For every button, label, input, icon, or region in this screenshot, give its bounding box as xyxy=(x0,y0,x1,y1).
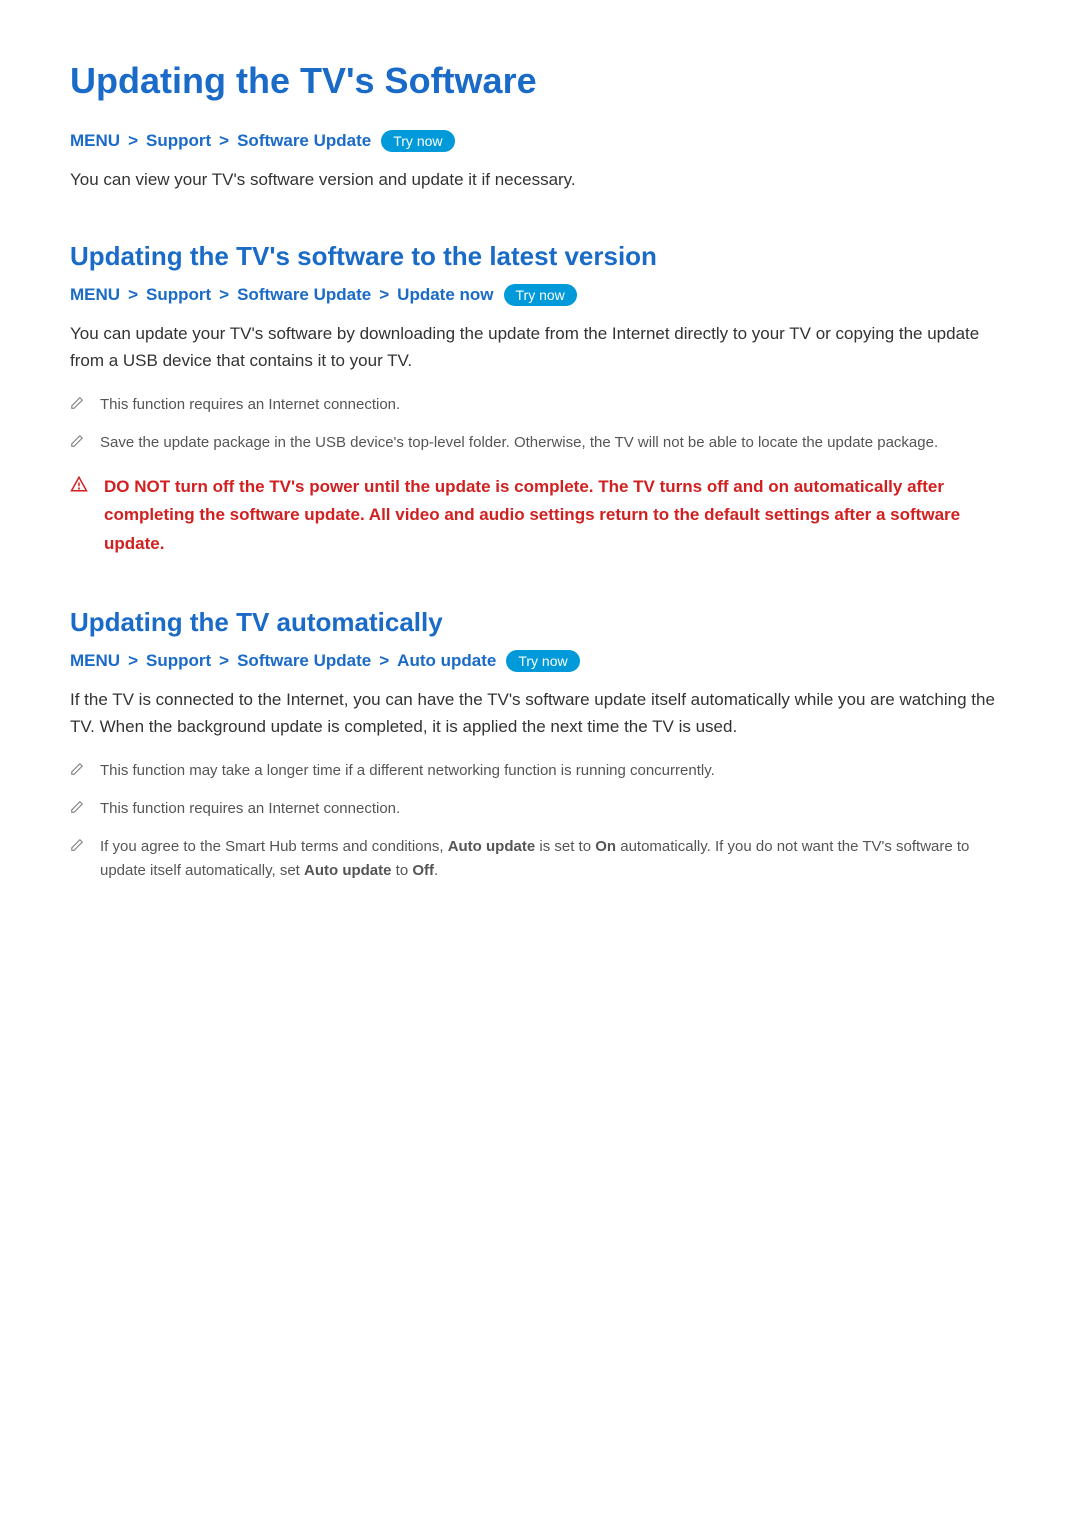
note-text-part: is set to xyxy=(535,838,595,855)
warning-text: DO NOT turn off the TV's power until the… xyxy=(104,473,1010,560)
try-now-button[interactable]: Try now xyxy=(381,130,454,152)
chevron-right-icon: > xyxy=(128,131,138,151)
chevron-right-icon: > xyxy=(128,651,138,671)
section-heading: Updating the TV automatically xyxy=(70,607,1010,638)
pencil-icon xyxy=(70,396,84,410)
note-text: This function requires an Internet conne… xyxy=(100,393,1010,417)
note-text-part: to xyxy=(392,862,413,879)
chevron-right-icon: > xyxy=(219,651,229,671)
chevron-right-icon: > xyxy=(219,131,229,151)
crumb-auto-update[interactable]: Auto update xyxy=(397,651,496,671)
chevron-right-icon: > xyxy=(379,285,389,305)
pencil-icon xyxy=(70,800,84,814)
page-title: Updating the TV's Software xyxy=(70,60,1010,102)
note-text-bold: Off xyxy=(412,862,434,879)
section-heading: Updating the TV's software to the latest… xyxy=(70,241,1010,272)
section-body: If the TV is connected to the Internet, … xyxy=(70,686,1010,740)
crumb-update-now[interactable]: Update now xyxy=(397,285,493,305)
crumb-support[interactable]: Support xyxy=(146,285,211,305)
chevron-right-icon: > xyxy=(379,651,389,671)
try-now-button[interactable]: Try now xyxy=(506,650,579,672)
note-text: If you agree to the Smart Hub terms and … xyxy=(100,835,1010,883)
chevron-right-icon: > xyxy=(128,285,138,305)
note-item: Save the update package in the USB devic… xyxy=(70,431,1010,455)
note-text: This function may take a longer time if … xyxy=(100,759,1010,783)
crumb-menu[interactable]: MENU xyxy=(70,131,120,151)
crumb-menu[interactable]: MENU xyxy=(70,651,120,671)
note-item: This function requires an Internet conne… xyxy=(70,393,1010,417)
chevron-right-icon: > xyxy=(219,285,229,305)
note-text-part: . xyxy=(434,862,438,879)
pencil-icon xyxy=(70,762,84,776)
pencil-icon xyxy=(70,434,84,448)
breadcrumb-auto-update: MENU > Support > Software Update > Auto … xyxy=(70,650,1010,672)
note-list: This function may take a longer time if … xyxy=(70,759,1010,883)
crumb-software-update[interactable]: Software Update xyxy=(237,131,371,151)
section-update-latest: Updating the TV's software to the latest… xyxy=(70,241,1010,559)
crumb-menu[interactable]: MENU xyxy=(70,285,120,305)
note-text: This function requires an Internet conne… xyxy=(100,797,1010,821)
intro-text: You can view your TV's software version … xyxy=(70,166,1010,193)
note-item: If you agree to the Smart Hub terms and … xyxy=(70,835,1010,883)
crumb-software-update[interactable]: Software Update xyxy=(237,285,371,305)
try-now-button[interactable]: Try now xyxy=(504,284,577,306)
note-text-bold: On xyxy=(595,838,616,855)
note-item: This function may take a longer time if … xyxy=(70,759,1010,783)
note-text-bold: Auto update xyxy=(304,862,392,879)
section-update-auto: Updating the TV automatically MENU > Sup… xyxy=(70,607,1010,882)
warning-triangle-icon xyxy=(70,475,88,493)
note-list: This function requires an Internet conne… xyxy=(70,393,1010,455)
breadcrumb-update-now: MENU > Support > Software Update > Updat… xyxy=(70,284,1010,306)
section-body: You can update your TV's software by dow… xyxy=(70,320,1010,374)
note-text-bold: Auto update xyxy=(448,838,536,855)
note-text: Save the update package in the USB devic… xyxy=(100,431,1010,455)
crumb-support[interactable]: Support xyxy=(146,131,211,151)
note-item: This function requires an Internet conne… xyxy=(70,797,1010,821)
pencil-icon xyxy=(70,838,84,852)
breadcrumb-software-update: MENU > Support > Software Update Try now xyxy=(70,130,1010,152)
warning-block: DO NOT turn off the TV's power until the… xyxy=(70,473,1010,560)
note-text-part: If you agree to the Smart Hub terms and … xyxy=(100,838,448,855)
crumb-software-update[interactable]: Software Update xyxy=(237,651,371,671)
crumb-support[interactable]: Support xyxy=(146,651,211,671)
